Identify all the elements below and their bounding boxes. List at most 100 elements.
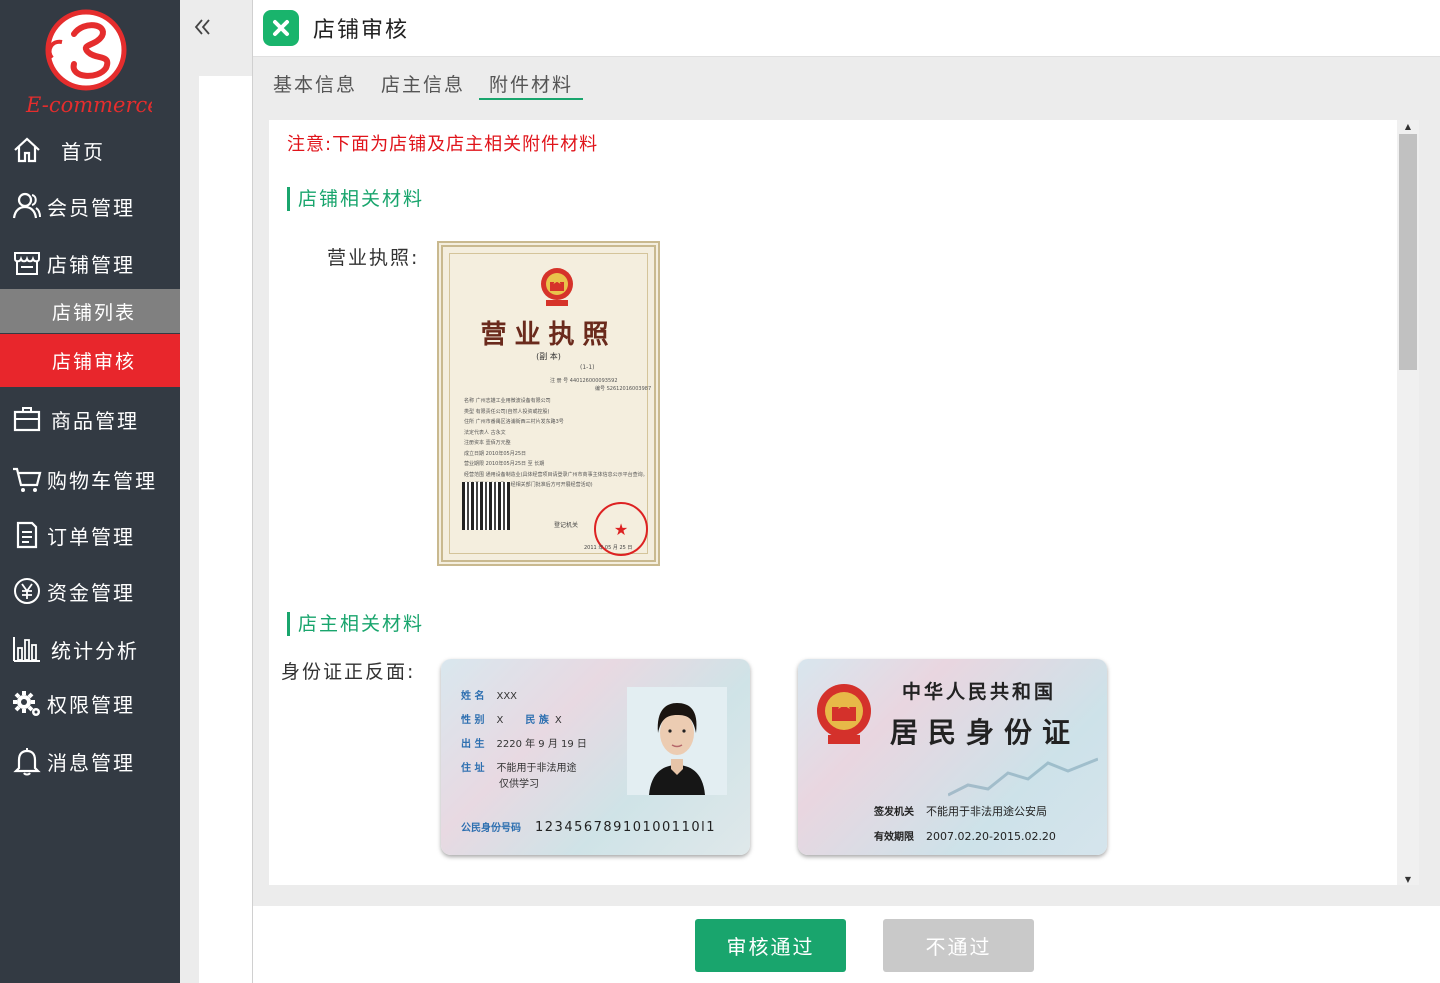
notice-text: 注意:下面为店铺及店主相关附件材料	[287, 134, 599, 155]
license-field-label: 经营范围	[464, 471, 485, 478]
code-label: 编号	[595, 386, 606, 392]
nav-home-label: 首页	[61, 139, 105, 164]
users-icon	[11, 190, 43, 222]
tab-attachments[interactable]: 附件材料	[479, 66, 584, 100]
id-validity-label: 有效期限	[874, 832, 914, 843]
nav-stores-label: 店铺管理	[47, 252, 135, 277]
briefcase-icon	[11, 403, 43, 435]
license-field-value: 2010年05月25日 至 长期	[485, 461, 545, 467]
id-portrait-photo	[627, 687, 727, 795]
id-authority-label: 签发机关	[874, 807, 914, 818]
id-name-value: XXX	[496, 691, 518, 702]
scroll-up-arrow-icon[interactable]: ▲	[1397, 120, 1419, 132]
background-strip	[180, 0, 252, 983]
tab-owner-info[interactable]: 店主信息	[381, 66, 465, 100]
scroll-down-arrow-icon[interactable]: ▼	[1397, 873, 1419, 885]
bell-icon	[11, 745, 43, 777]
tab-basic-info[interactable]: 基本信息	[273, 66, 357, 100]
license-field-row: 名称 广州志雄工业用微波设备有限公司	[464, 396, 650, 407]
store-icon	[11, 247, 43, 279]
id-card-label: 身份证正反面:	[281, 661, 416, 683]
license-field-label: 住所	[464, 419, 475, 425]
nav-members[interactable]: 会员管理	[0, 181, 180, 231]
license-code: 编号 S2612016003987	[595, 385, 651, 392]
license-field-label: 法定代表人	[464, 429, 490, 436]
background-panel	[199, 76, 252, 983]
nav-products[interactable]: 商品管理	[0, 394, 180, 444]
id-number-label: 公民身份号码	[461, 823, 521, 834]
approve-button[interactable]: 审核通过	[695, 919, 846, 972]
yuan-icon	[11, 575, 43, 607]
id-gender-value: X	[496, 715, 504, 726]
cart-icon	[11, 463, 43, 495]
nav-permissions[interactable]: 权限管理	[0, 678, 180, 728]
document-icon	[11, 519, 43, 551]
store-review-dialog: 店铺审核 基本信息 店主信息 附件材料 注意:下面为店铺及店主相关附件材料 店铺…	[252, 0, 1440, 983]
nav-cart[interactable]: 购物车管理	[0, 454, 180, 504]
attachments-panel: 注意:下面为店铺及店主相关附件材料 店铺相关材料 营业执照: 营业执照 (副 本…	[269, 120, 1419, 885]
nav-home[interactable]: 首页	[0, 125, 180, 175]
home-icon	[11, 134, 43, 166]
id-ethnicity-label: 民 族	[525, 715, 549, 726]
nav-cart-label: 购物车管理	[47, 468, 157, 493]
id-ethnicity-value: X	[554, 715, 562, 726]
license-frame: 营业执照 (副 本) (1-1) 注 册 号 440126000093592 编…	[449, 253, 651, 556]
nav-orders[interactable]: 订单管理	[0, 510, 180, 560]
sidebar: E-commerce 首页 会员管理 店铺管理 店铺列表 店铺审核 商品管理 购…	[0, 0, 180, 983]
license-field-value: 2010年05月25日	[485, 450, 527, 457]
license-authority-label: 登记机关	[554, 522, 579, 529]
id-validity-value: 2007.02.20-2015.02.20	[926, 830, 1056, 843]
license-label: 营业执照:	[327, 247, 420, 269]
nav-messages-label: 消息管理	[47, 750, 135, 775]
license-subtitle: (副 本)	[536, 352, 561, 361]
license-field-label: 营业期限	[464, 461, 485, 467]
business-license-image[interactable]: 营业执照 (副 本) (1-1) 注 册 号 440126000093592 编…	[437, 241, 660, 566]
license-field-row: 住所 广州市番禺区洛浦街西三村片发东路3号	[464, 417, 650, 428]
great-wall-watermark	[948, 757, 1098, 797]
id-card-front-image[interactable]: 姓 名 XXX 性 别 X 民 族 X 出 生 2220 年 9 月 19 日 住 址不能…	[441, 659, 750, 855]
id-birth-label: 出 生	[461, 739, 485, 750]
nav-finance[interactable]: 资金管理	[0, 566, 180, 616]
id-number-row: 公民身份号码 12345678910100110l1	[461, 819, 716, 835]
license-field-row: 类型 有限责任公司(自然人投资或控股)	[464, 407, 650, 418]
reject-button[interactable]: 不通过	[883, 919, 1034, 972]
nav-statistics-label: 统计分析	[51, 638, 139, 663]
license-field-row: 注册资本 壹佰万元整	[464, 438, 650, 449]
id-authority-row: 签发机关 不能用于非法用途公安局	[874, 803, 1047, 819]
license-field-row: 法定代表人 古永文	[464, 428, 650, 439]
id-address-line2: 仅供学习	[499, 779, 539, 790]
registration-number: 440126000093592	[569, 378, 618, 384]
sub-store-review[interactable]: 店铺审核	[0, 334, 180, 387]
id-authority-value: 不能用于非法用途公安局	[926, 805, 1047, 818]
close-button[interactable]	[263, 10, 299, 46]
nav-orders-label: 订单管理	[47, 524, 135, 549]
national-emblem-icon	[817, 684, 871, 744]
gear-icon	[11, 687, 43, 719]
license-field-label: 名称	[464, 398, 475, 404]
nav-statistics[interactable]: 统计分析	[0, 624, 180, 674]
id-number-value: 12345678910100110l1	[535, 820, 716, 835]
nav-permissions-label: 权限管理	[47, 692, 135, 717]
license-field-row: 营业期限 2010年05月25日 至 长期	[464, 459, 650, 470]
id-card-back-image[interactable]: 中华人民共和国 居民身份证 签发机关 不能用于非法用途公安局 有效期限 2007.0…	[798, 659, 1107, 855]
nav-stores[interactable]: 店铺管理	[0, 238, 180, 288]
scroll-thumb[interactable]	[1399, 134, 1417, 370]
license-field-value: 古永文	[490, 429, 506, 436]
double-chevron-left-icon	[194, 19, 210, 35]
id-birth-row: 出 生 2220 年 9 月 19 日	[461, 735, 587, 750]
collapse-sidebar-button[interactable]	[187, 12, 217, 42]
id-name-label: 姓 名	[461, 691, 485, 702]
id-back-title-card: 居民身份证	[890, 716, 1081, 749]
license-field-value: 壹佰万元整	[485, 440, 511, 446]
dialog-title: 店铺审核	[313, 18, 410, 43]
id-address-row: 住 址不能用于非法用途	[461, 759, 576, 774]
close-icon	[273, 20, 289, 36]
id-address-label: 住 址	[461, 763, 485, 774]
vertical-scrollbar[interactable]: ▲ ▼	[1397, 120, 1419, 885]
sub-store-list[interactable]: 店铺列表	[0, 289, 180, 333]
license-date: 2011 年 05 月 25 日	[584, 545, 633, 551]
license-field-value: 广州志雄工业用微波设备有限公司	[475, 398, 551, 404]
nav-messages[interactable]: 消息管理	[0, 736, 180, 786]
section-title-owner: 店主相关材料	[287, 612, 424, 636]
section-title-shop: 店铺相关材料	[287, 187, 424, 211]
